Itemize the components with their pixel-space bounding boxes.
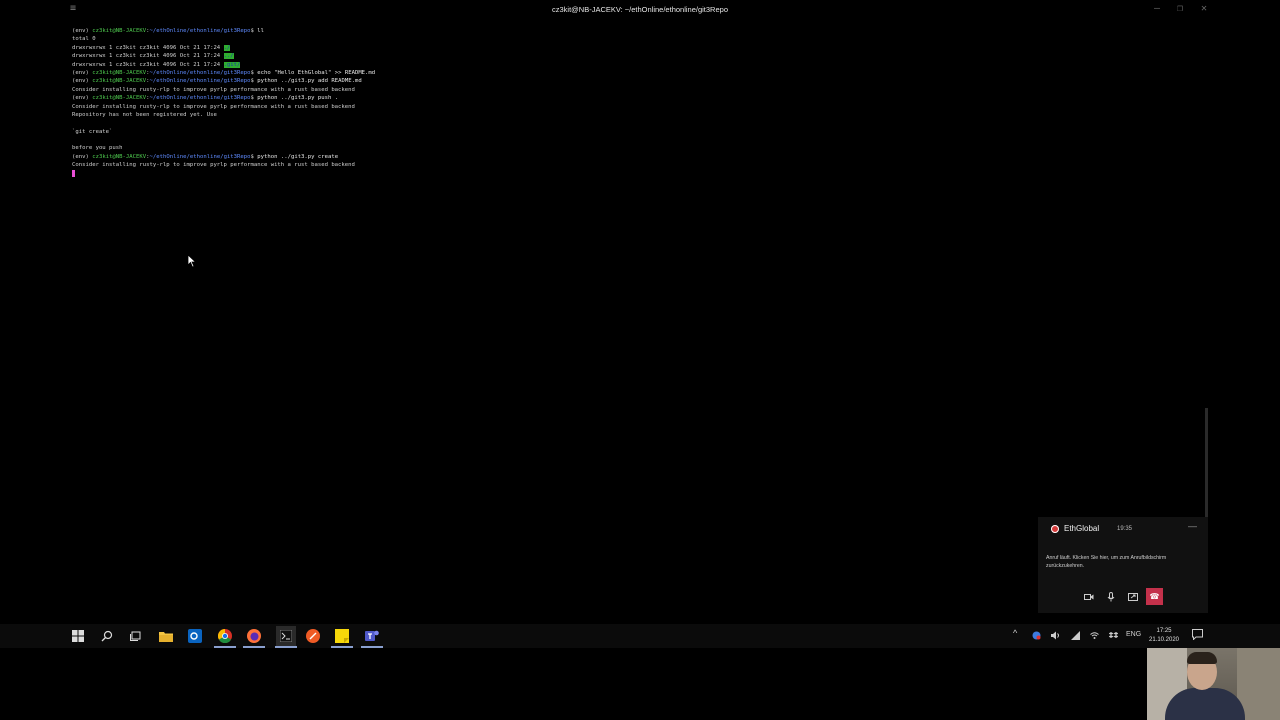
wifi-icon[interactable] xyxy=(1090,631,1099,642)
share-screen-icon xyxy=(1127,592,1138,601)
window-title: cz3kit@NB-JACEKV: ~/ethOnline/ethonline/… xyxy=(552,5,728,14)
terminal-cursor-line xyxy=(72,169,1202,178)
taskbar: ^ ENG 17:25 21.10.2020 xyxy=(0,624,1280,648)
terminal-line: drwxrwxrwx 1 cz3kit cz3kit 4096 Oct 21 1… xyxy=(72,61,241,68)
active-indicator xyxy=(361,646,383,648)
chrome-icon[interactable] xyxy=(217,628,233,644)
microphone-button[interactable] xyxy=(1102,588,1119,605)
active-indicator xyxy=(331,646,353,648)
camera-icon xyxy=(1083,593,1093,600)
terminal-icon[interactable] xyxy=(276,626,296,646)
tray-expand-icon[interactable]: ^ xyxy=(1013,628,1017,638)
terminal-line: Consider installing rusty-rlp to improve… xyxy=(72,162,355,169)
active-indicator xyxy=(243,646,265,648)
mouse-pointer-icon xyxy=(187,254,197,268)
notifications-icon[interactable] xyxy=(1192,629,1203,642)
terminal-line: Repository has not been registered yet. … xyxy=(72,111,217,118)
window-titlebar: ≡ cz3kit@NB-JACEKV: ~/ethOnline/ethonlin… xyxy=(0,0,1220,20)
task-view-icon[interactable] xyxy=(128,628,144,644)
windows-start-icon[interactable] xyxy=(70,628,86,644)
close-button[interactable]: ✕ xyxy=(1197,3,1211,14)
call-duration: 19:35 xyxy=(1117,526,1133,532)
firefox-icon[interactable] xyxy=(246,628,262,644)
clock-time: 17:25 xyxy=(1156,628,1172,634)
language-indicator[interactable]: ENG xyxy=(1126,631,1141,638)
teams-icon[interactable] xyxy=(364,628,380,644)
terminal-line: `git create` xyxy=(72,128,113,135)
terminal-line: (env) cz3kit@NB-JACEKV:~/ethOnline/ethon… xyxy=(72,69,376,76)
recording-icon xyxy=(1051,525,1059,533)
call-name: EthGlobal xyxy=(1064,524,1100,533)
terminal-line: drwxrwxrwx 1 cz3kit cz3kit 4096 Oct 21 1… xyxy=(72,44,231,51)
terminal-line: drwxrwxrwx 1 cz3kit cz3kit 4096 Oct 21 1… xyxy=(72,53,234,60)
file-explorer-icon[interactable] xyxy=(158,628,174,644)
outlook-icon[interactable] xyxy=(187,628,203,644)
active-indicator xyxy=(214,646,236,648)
minimize-button[interactable]: – xyxy=(1150,3,1164,14)
terminal-line: (env) cz3kit@NB-JACEKV:~/ethOnline/ethon… xyxy=(72,95,339,102)
tray-app-icon[interactable] xyxy=(1032,631,1041,642)
terminal-line: total 0 xyxy=(72,36,96,43)
terminal-line: Consider installing rusty-rlp to improve… xyxy=(72,86,355,93)
network-icon[interactable] xyxy=(1071,631,1080,642)
terminal-line: before you push xyxy=(72,145,123,152)
volume-icon[interactable] xyxy=(1051,631,1060,642)
search-icon[interactable] xyxy=(99,628,115,644)
terminal-output[interactable]: (env) cz3kit@NB-JACEKV:~/ethOnline/ethon… xyxy=(72,27,1202,178)
terminal-line: (env) cz3kit@NB-JACEKV:~/ethOnline/ethon… xyxy=(72,153,339,160)
terminal-scrollbar[interactable] xyxy=(1205,408,1208,518)
clock-date: 21.10.2020 xyxy=(1148,637,1180,643)
camera-button[interactable] xyxy=(1080,588,1097,605)
text-cursor xyxy=(72,169,75,177)
call-controls: ☎ xyxy=(1080,588,1163,605)
hang-up-button[interactable]: ☎ xyxy=(1146,588,1163,605)
terminal-line: (env) cz3kit@NB-JACEKV:~/ethOnline/ethon… xyxy=(72,28,265,34)
webcam-overlay xyxy=(1147,648,1280,720)
terminal-line: (env) cz3kit@NB-JACEKV:~/ethOnline/ethon… xyxy=(72,78,362,85)
dropbox-icon[interactable] xyxy=(1108,631,1119,642)
active-indicator xyxy=(275,646,297,648)
postman-icon[interactable] xyxy=(305,628,321,644)
share-screen-button[interactable] xyxy=(1124,588,1141,605)
taskbar-clock[interactable]: 17:25 21.10.2020 xyxy=(1143,627,1185,645)
microphone-icon xyxy=(1107,591,1114,601)
call-message[interactable]: Anruf läuft. Klicken Sie hier, um zum An… xyxy=(1046,555,1196,570)
sticky-notes-icon[interactable] xyxy=(334,628,350,644)
call-minimize-button[interactable]: — xyxy=(1188,521,1197,531)
maximize-button[interactable]: ❐ xyxy=(1173,3,1187,14)
hang-up-icon: ☎ xyxy=(1149,592,1160,601)
terminal-line: Consider installing rusty-rlp to improve… xyxy=(72,103,355,110)
call-notification[interactable]: EthGlobal 19:35 — Anruf läuft. Klicken S… xyxy=(1038,517,1208,613)
